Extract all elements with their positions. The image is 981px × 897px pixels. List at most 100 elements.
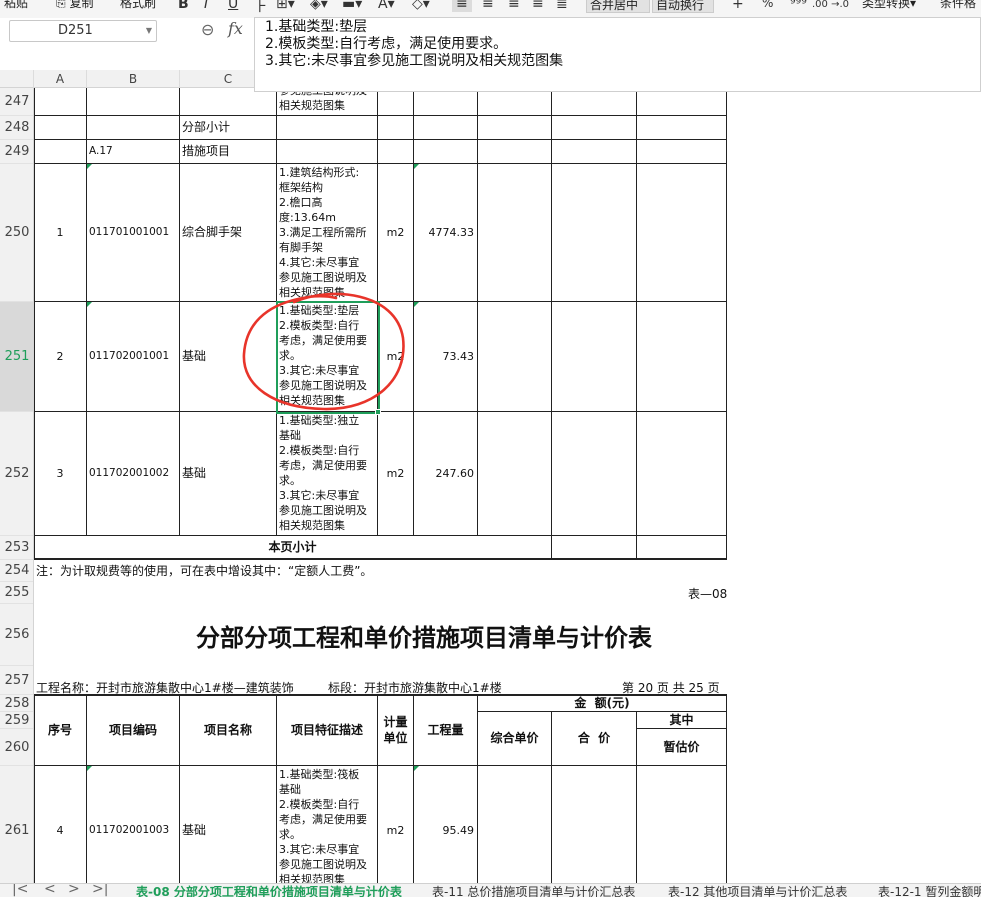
cell[interactable] [414,140,478,164]
cell[interactable] [637,766,727,883]
row-header[interactable]: 257 [0,666,33,695]
align-right-icon[interactable]: ≡ [508,0,520,12]
cell-seq[interactable]: 1 [34,164,87,302]
cell[interactable] [478,116,552,140]
thousands-icon[interactable]: ⁹⁹⁹ [790,0,807,12]
cell-name[interactable]: 基础 [180,412,277,536]
wrap-text-button[interactable]: 自动换行 [652,0,714,13]
cell[interactable] [414,88,478,116]
fill-handle[interactable] [375,409,381,415]
chevron-down-icon[interactable]: ▼ [146,21,152,41]
bold-button[interactable]: B [178,0,189,12]
row-header[interactable]: 256 [0,604,33,666]
strikethrough-icon[interactable]: ⺊ [254,0,268,16]
copy-button[interactable]: ⎘ 复制 [56,0,93,11]
cell[interactable] [637,536,727,560]
first-sheet-icon[interactable]: |< [12,884,28,897]
cell[interactable] [34,116,87,140]
align-left-icon[interactable]: ≡ [452,0,472,12]
row-header[interactable]: 248 [0,116,33,140]
font-color-icon[interactable]: A▾ [378,0,395,12]
border-icon[interactable]: ⊞▾ [276,0,295,12]
header-unit-price[interactable]: 综合单价 [478,712,552,766]
fill-color-icon[interactable]: ◈▾ [310,0,328,12]
header-name[interactable]: 项目名称 [180,695,277,766]
cell-name[interactable]: 基础 [180,766,277,883]
row-header[interactable]: 259 [0,712,33,729]
align-center-icon[interactable]: ≡ [482,0,494,12]
header-seq[interactable]: 序号 [34,695,87,766]
cell[interactable] [478,88,552,116]
row-header[interactable]: 254 [0,560,33,582]
column-header-b[interactable]: B [87,70,180,88]
decimal-button[interactable]: .00 →.0 [812,0,849,10]
page-subtotal-label[interactable]: 本页小计 [34,536,552,560]
cell-subtotal-label[interactable]: 分部小计 [180,116,277,140]
column-header-a[interactable]: A [34,70,87,88]
percent-button[interactable]: % [762,0,773,10]
header-unit[interactable]: 计量 单位 [378,695,414,766]
cell-unit[interactable]: m2 [378,766,414,883]
cell-unit[interactable]: m2 [378,302,414,412]
cell[interactable] [552,766,637,883]
cell[interactable] [180,88,277,116]
paste-button[interactable]: 粘贴 [4,0,28,11]
header-amount[interactable]: 金 额(元) [478,695,727,712]
cell-code[interactable]: 011702001003 [87,766,180,883]
row-header[interactable]: 250 [0,164,33,302]
header-estimate[interactable]: 暂估价 [637,729,727,766]
sheet-tab[interactable]: 表-12-1 暂列金额明 [878,884,981,897]
cell[interactable] [478,164,552,302]
cell[interactable] [552,164,637,302]
cell-description[interactable]: 参见施工图说明及 相关规范图集 [277,88,378,116]
cell-unit[interactable]: m2 [378,164,414,302]
italic-button[interactable]: I [204,0,208,12]
cell-description[interactable]: 1.基础类型:独立 基础 2.模板类型:自行 考虑，满足使用要 求。 3.其它:… [277,412,378,536]
last-sheet-icon[interactable]: >| [92,884,108,897]
cell[interactable] [277,140,378,164]
cell-unit[interactable]: m2 [378,412,414,536]
cell-name[interactable]: 措施项目 [180,140,277,164]
next-sheet-icon[interactable]: > [68,884,80,897]
cell[interactable] [637,140,727,164]
cell[interactable] [637,88,727,116]
row-header[interactable]: 261 [0,766,33,883]
zoom-icon[interactable]: ⊖ [201,20,214,39]
clear-format-icon[interactable]: ◇▾ [412,0,430,12]
type-convert-button[interactable]: 类型转换▾ [862,0,916,11]
fx-icon[interactable]: fx [228,19,243,38]
cell[interactable] [552,140,637,164]
row-header[interactable]: 255 [0,582,33,604]
format-painter-button[interactable]: 格式刷 [120,0,156,11]
header-of-which[interactable]: 其中 [637,712,727,729]
cell[interactable] [637,302,727,412]
cell[interactable] [378,140,414,164]
row-header[interactable]: 249 [0,140,33,164]
cell-code[interactable]: 011702001001 [87,302,180,412]
header-total[interactable]: 合 价 [552,712,637,766]
cell[interactable] [552,116,637,140]
cell-quantity[interactable]: 95.49 [414,766,478,883]
prev-sheet-icon[interactable]: < [44,884,56,897]
row-header-selected[interactable]: 251 [0,302,33,412]
cell-description[interactable]: 1.建筑结构形式: 框架结构 2.檐口高 度:13.64m 3.满足工程所需所 … [277,164,378,302]
row-header[interactable]: 247 [0,88,33,116]
row-header[interactable]: 260 [0,729,33,766]
cell-seq[interactable]: 3 [34,412,87,536]
cell[interactable] [34,88,87,116]
cell[interactable] [478,766,552,883]
cell-name[interactable]: 基础 [180,302,277,412]
plus-icon[interactable]: + [732,0,744,12]
cell[interactable] [552,88,637,116]
cell[interactable] [637,116,727,140]
justify-icon[interactable]: ≡ [532,0,544,12]
sheet-tab-active[interactable]: 表-08 分部分项工程和单价措施项目清单与计价表 [136,884,402,897]
cell[interactable] [552,412,637,536]
cell-code[interactable]: 011701001001 [87,164,180,302]
cell-quantity[interactable]: 73.43 [414,302,478,412]
select-all-corner[interactable] [0,70,34,88]
cell-quantity[interactable]: 4774.33 [414,164,478,302]
cell[interactable] [378,88,414,116]
cell[interactable] [637,164,727,302]
row-header[interactable]: 258 [0,695,33,712]
